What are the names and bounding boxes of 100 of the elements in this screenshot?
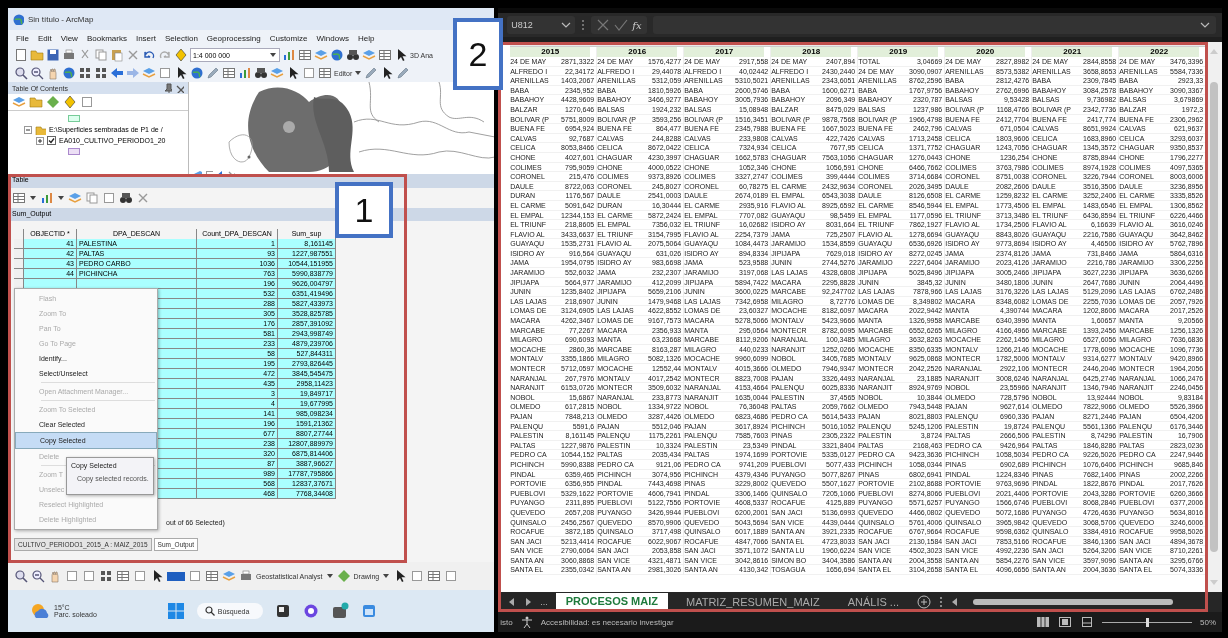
zoom-in-icon[interactable]: [14, 66, 28, 80]
cancel-icon[interactable]: [596, 18, 611, 32]
printer-icon[interactable]: [62, 48, 76, 62]
chart-icon[interactable]: [282, 48, 296, 62]
scroll-thumb[interactable]: [1210, 82, 1219, 552]
caret-icon[interactable]: [29, 194, 37, 202]
printer-icon[interactable]: [239, 569, 253, 583]
grid-icon[interactable]: [99, 569, 113, 583]
chart-icon[interactable]: [238, 66, 252, 80]
delete-icon[interactable]: [126, 48, 140, 62]
menu-item[interactable]: Geoprocessing: [206, 33, 261, 43]
save-icon[interactable]: [46, 48, 60, 62]
search-icon: [204, 606, 215, 616]
layers-icon[interactable]: [12, 95, 26, 109]
expander-icon[interactable]: [24, 125, 32, 134]
menu-item[interactable]: Help: [357, 33, 375, 43]
table-icon[interactable]: [298, 48, 312, 62]
menu-item[interactable]: Customize: [269, 33, 308, 43]
dark-square-icon[interactable]: [274, 603, 291, 619]
windows-logo-icon[interactable]: [166, 602, 185, 620]
zoom-in-icon[interactable]: [14, 569, 28, 583]
new-file-icon[interactable]: [14, 48, 28, 62]
caret-icon: [354, 69, 363, 77]
chart-icon[interactable]: [40, 191, 54, 205]
pencil-icon[interactable]: [206, 66, 220, 80]
layers-icon[interactable]: [142, 66, 156, 80]
table-icon[interactable]: [378, 48, 392, 62]
up-arrow-icon: [1210, 48, 1219, 54]
page-break-icon[interactable]: [1080, 616, 1094, 628]
callout-number: 2: [453, 18, 503, 90]
accessibility-icon[interactable]: [520, 616, 533, 628]
layers-icon[interactable]: [314, 48, 328, 62]
table-icon[interactable]: [205, 569, 219, 583]
square-icon[interactable]: [65, 569, 79, 583]
grid-icon[interactable]: [78, 66, 92, 80]
year-header: 2016: [597, 47, 678, 57]
globe-icon[interactable]: [330, 48, 344, 62]
pin-icon[interactable]: [162, 83, 172, 93]
normal-view-icon[interactable]: [1036, 616, 1050, 628]
menu-item[interactable]: Insert: [135, 33, 156, 43]
diamond-icon[interactable]: [336, 569, 351, 583]
name-box[interactable]: U812: [507, 16, 576, 34]
horizontal-scrollbar[interactable]: [973, 599, 1173, 605]
menu-item[interactable]: View: [60, 33, 78, 43]
menu-item[interactable]: Bookmarks: [86, 33, 127, 43]
down-arrow-icon: [1210, 580, 1219, 586]
calendar-icon[interactable]: [360, 603, 377, 619]
square-icon[interactable]: [444, 569, 459, 583]
menu-item[interactable]: Edit: [37, 33, 52, 43]
paste-icon[interactable]: [110, 48, 124, 62]
square-icon[interactable]: [80, 95, 94, 109]
right-arrow-icon[interactable]: [524, 597, 533, 607]
menu-item[interactable]: Selection: [164, 33, 198, 43]
sun-cloud-icon[interactable]: [30, 602, 50, 620]
left-arrow-icon[interactable]: [951, 597, 959, 607]
close-icon[interactable]: [174, 83, 184, 93]
accessibility-status[interactable]: Accesibilidad: es necesario investigar: [540, 617, 674, 627]
insert-function-button[interactable]: fx: [632, 19, 642, 31]
expander-icon[interactable]: [36, 136, 44, 145]
caret-icon: [382, 572, 391, 580]
zoom-out-icon[interactable]: [31, 569, 45, 583]
more-sheets-button[interactable]: ...: [540, 597, 548, 607]
binoculars-icon[interactable]: [346, 48, 360, 62]
chat-bubble-icon[interactable]: [302, 603, 319, 619]
add-sheet-icon[interactable]: [917, 595, 931, 609]
checkbox[interactable]: [47, 136, 56, 145]
sheet-tab[interactable]: ANÁLIS ...: [837, 594, 909, 610]
caret-icon: [269, 51, 277, 59]
binoculars-icon[interactable]: [254, 66, 268, 80]
table-icon[interactable]: [427, 569, 442, 583]
formula-field[interactable]: [652, 16, 1216, 34]
globe-icon[interactable]: [62, 66, 76, 80]
table-icon[interactable]: [12, 191, 26, 205]
square-icon[interactable]: [82, 569, 96, 583]
slider-thumb[interactable]: [1146, 617, 1149, 627]
square-icon[interactable]: [188, 569, 202, 583]
table-icon[interactable]: [116, 569, 130, 583]
left-arrow-icon[interactable]: [508, 597, 517, 607]
add-data-icon[interactable]: [174, 48, 188, 62]
year-header: 2019: [858, 47, 939, 57]
menu-item[interactable]: Windows: [316, 33, 349, 43]
globe-icon[interactable]: [190, 66, 204, 80]
legend-swatch: [68, 148, 80, 155]
layers-icon[interactable]: [222, 569, 236, 583]
color-swatch[interactable]: [167, 571, 185, 581]
check-icon[interactable]: [614, 18, 629, 32]
back-arrow-icon[interactable]: [110, 66, 124, 80]
caret-icon[interactable]: [57, 194, 65, 202]
table-icon[interactable]: [222, 66, 236, 80]
store-bag-icon[interactable]: [330, 602, 349, 620]
binoculars-icon[interactable]: [119, 191, 133, 205]
table-icon[interactable]: [318, 66, 332, 80]
grid-icon[interactable]: [94, 66, 108, 80]
vertical-dots-icon[interactable]: [939, 596, 943, 608]
status-text: isto: [500, 617, 513, 627]
menu-item[interactable]: File: [16, 33, 29, 43]
zoom-level[interactable]: 50%: [1200, 617, 1222, 627]
page-layout-icon[interactable]: [1058, 616, 1072, 628]
zoom-out-icon[interactable]: [30, 66, 44, 80]
sheet-tab[interactable]: MATRIZ_RESUMEN_MAIZ: [676, 594, 830, 610]
